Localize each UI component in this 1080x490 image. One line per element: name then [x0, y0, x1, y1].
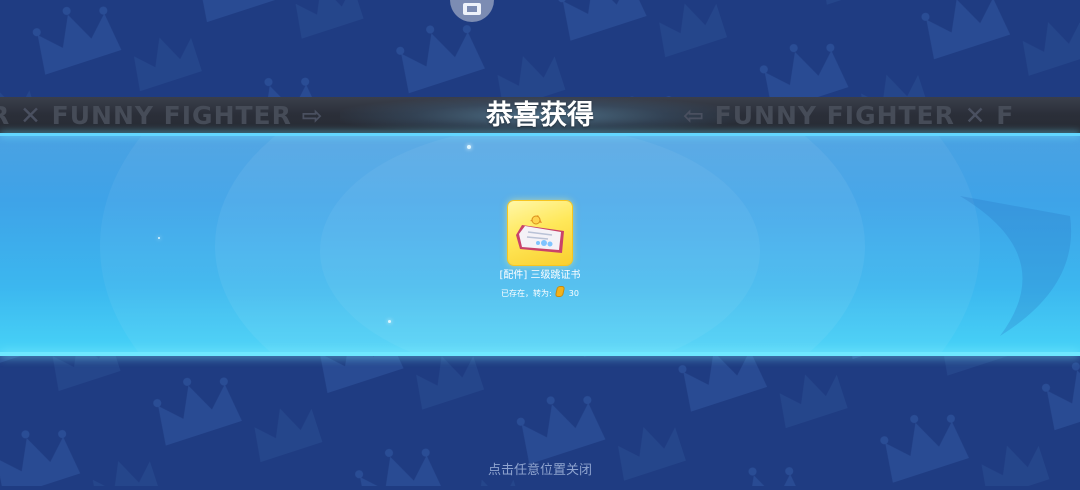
cross-icon: ✕ — [964, 101, 997, 130]
certificate-icon — [516, 215, 564, 253]
header-divider — [0, 133, 1080, 136]
converted-note-row: 已存在，转为: 30 — [440, 286, 640, 299]
reward-item-card[interactable] — [508, 201, 572, 265]
arrow-left-icon: ⇦ — [683, 101, 715, 130]
marquee-left-text: FUNNY FIGHTER — [51, 101, 292, 130]
badge-glyph — [463, 3, 481, 15]
converted-note: 已存在，转为: — [501, 289, 552, 298]
marquee-left: R ✕ FUNNY FIGHTER ⇨ — [0, 101, 324, 130]
reward-item-name: [配件] 三级跳证书 — [499, 270, 581, 281]
marquee-left-prefix: R — [0, 101, 10, 130]
cross-icon: ✕ — [19, 101, 52, 130]
sparkle — [467, 145, 471, 149]
marquee-right: ⇦ FUNNY FIGHTER ✕ F — [683, 101, 1014, 130]
sparkle — [158, 237, 160, 239]
converted-amount: 30 — [568, 289, 579, 298]
marquee-right-suffix: F — [996, 101, 1015, 130]
close-hint: 点击任意位置关闭 — [487, 463, 592, 478]
marquee-right-text: FUNNY FIGHTER — [714, 101, 955, 130]
arrow-right-icon: ⇨ — [301, 101, 324, 130]
reward-title: 恭喜获得 — [486, 100, 594, 131]
panel-divider — [0, 352, 1080, 356]
sparkle — [388, 320, 391, 323]
coin-icon — [555, 286, 566, 297]
